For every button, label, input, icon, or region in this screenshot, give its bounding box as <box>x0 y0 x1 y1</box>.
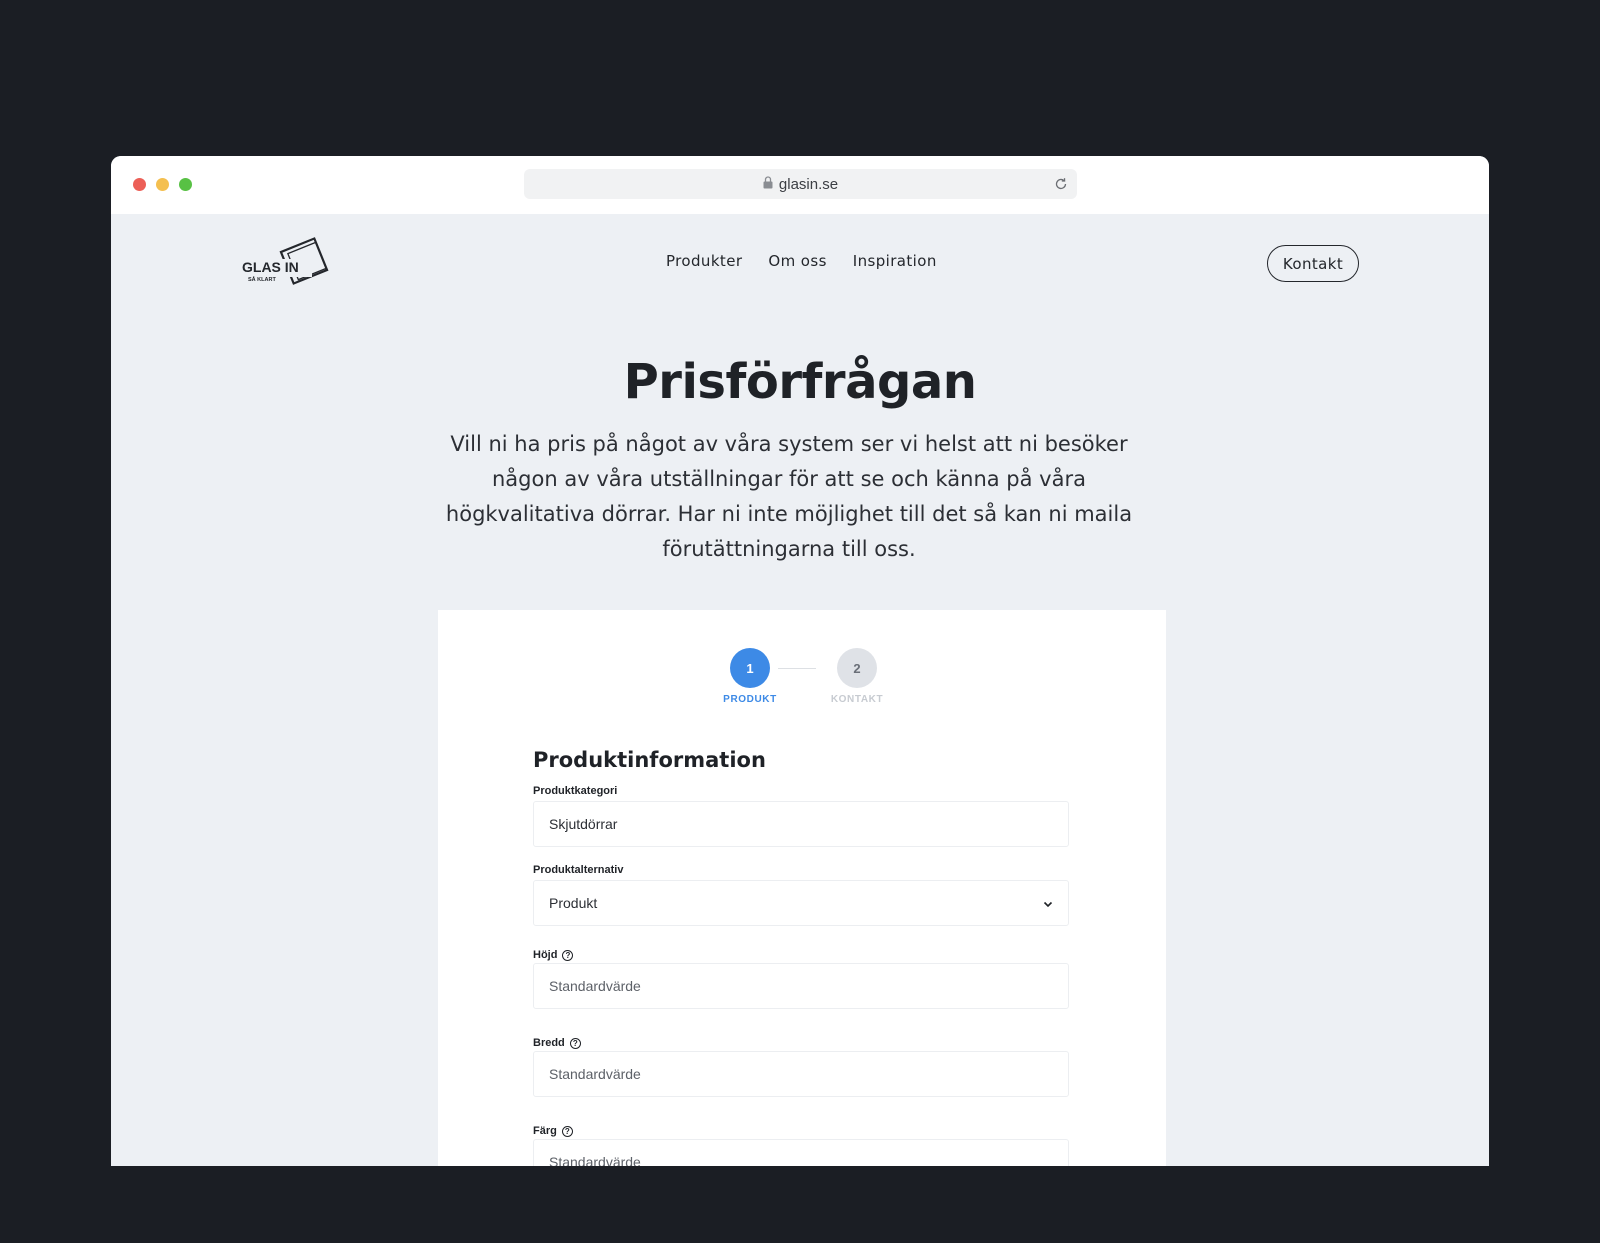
width-input[interactable]: Standardvärde <box>533 1051 1069 1097</box>
product-alternative-select[interactable]: Produkt <box>533 880 1069 926</box>
section-title: Produktinformation <box>533 748 766 772</box>
lock-icon <box>763 175 773 193</box>
url-text: glasin.se <box>778 175 839 193</box>
browser-window: glasin.se GLAS IN SÅ KLART Produkter Om … <box>111 156 1489 1166</box>
step-connector <box>778 668 816 669</box>
price-request-form: 1 2 PRODUKT KONTAKT Produktinformation P… <box>438 610 1166 1166</box>
minimize-window-button[interactable] <box>156 178 169 191</box>
width-placeholder: Standardvärde <box>549 1066 641 1082</box>
page-title: Prisförfrågan <box>623 354 977 410</box>
maximize-window-button[interactable] <box>179 178 192 191</box>
width-label: Bredd ? <box>533 1037 581 1049</box>
height-placeholder: Standardvärde <box>549 978 641 994</box>
step-1-indicator[interactable]: 1 <box>730 648 770 688</box>
nav-item-inspiration[interactable]: Inspiration <box>853 252 937 270</box>
height-input[interactable]: Standardvärde <box>533 963 1069 1009</box>
nav-item-produkter[interactable]: Produkter <box>666 252 742 270</box>
step-2-label: KONTAKT <box>830 694 884 705</box>
browser-toolbar: glasin.se <box>111 156 1489 214</box>
product-category-label: Produktkategori <box>533 785 618 797</box>
contact-button[interactable]: Kontakt <box>1267 245 1359 282</box>
nav-item-om-oss[interactable]: Om oss <box>768 252 826 270</box>
color-placeholder: Standardvärde <box>549 1154 641 1166</box>
address-bar[interactable]: glasin.se <box>524 169 1077 199</box>
product-category-value: Skjutdörrar <box>549 816 618 832</box>
product-alternative-value: Produkt <box>549 895 598 911</box>
product-alternative-label: Produktalternativ <box>533 864 624 876</box>
reload-icon[interactable] <box>1051 174 1071 194</box>
help-icon[interactable]: ? <box>561 1125 573 1137</box>
help-icon[interactable]: ? <box>562 949 574 961</box>
help-icon[interactable]: ? <box>569 1037 581 1049</box>
close-window-button[interactable] <box>133 178 146 191</box>
product-category-field[interactable]: Skjutdörrar <box>533 801 1069 847</box>
page: GLAS IN SÅ KLART Produkter Om oss Inspir… <box>111 214 1489 1166</box>
svg-text:GLAS IN: GLAS IN <box>242 259 299 275</box>
glasin-logo[interactable]: GLAS IN SÅ KLART <box>242 234 337 292</box>
step-1-label: PRODUKT <box>723 694 777 705</box>
color-input[interactable]: Standardvärde <box>533 1139 1069 1166</box>
color-label: Färg ? <box>533 1125 573 1137</box>
svg-text:SÅ KLART: SÅ KLART <box>248 276 276 283</box>
height-label: Höjd ? <box>533 949 574 961</box>
chevron-down-icon <box>1042 897 1054 909</box>
step-2-indicator[interactable]: 2 <box>837 648 877 688</box>
intro-text: Vill ni ha pris på något av våra system … <box>445 432 1133 561</box>
main-nav: Produkter Om oss Inspiration <box>666 252 937 270</box>
